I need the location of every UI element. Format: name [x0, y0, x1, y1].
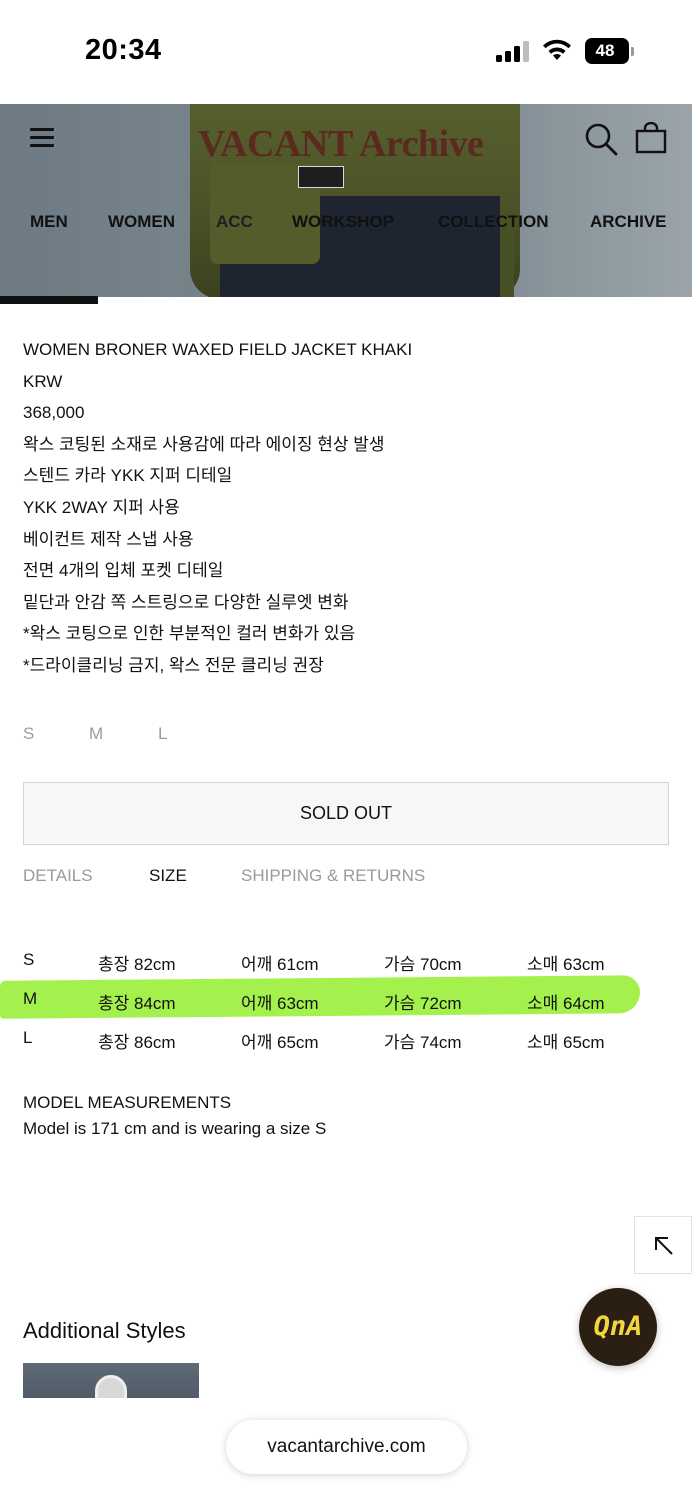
shopping-bag-icon[interactable] — [634, 122, 668, 154]
chest-cell: 가슴 74cm — [384, 1033, 462, 1052]
size-option-m[interactable]: M — [89, 724, 103, 744]
search-icon[interactable] — [584, 122, 618, 156]
description-line: *왁스 코팅으로 인한 부분적인 컬러 변화가 있음 — [23, 624, 356, 644]
description-line: 왁스 코팅된 소재로 사용감에 따라 에이징 현상 발생 — [23, 434, 385, 454]
battery-icon: 48 — [585, 38, 629, 64]
status-bar: 20:34 48 — [0, 0, 692, 104]
product-info: WOMEN BRONER WAXED FIELD JACKET KHAKI KR… — [23, 334, 673, 682]
wifi-icon — [543, 39, 571, 60]
nav-men[interactable]: MEN — [30, 212, 68, 232]
product-name: WOMEN BRONER WAXED FIELD JACKET KHAKI — [23, 340, 413, 359]
description-line: 전면 4개의 입체 포켓 디테일 — [23, 561, 224, 581]
description-line: 스텐드 카라 YKK 지퍼 디테일 — [23, 466, 233, 486]
chest-cell: 가슴 72cm — [384, 994, 462, 1013]
qna-label: QnA — [593, 1311, 643, 1342]
tab-shipping-returns[interactable]: SHIPPING & RETURNS — [241, 866, 425, 886]
description-line: YKK 2WAY 지퍼 사용 — [23, 497, 180, 517]
scroll-to-top-button[interactable] — [634, 1216, 692, 1274]
length-cell: 총장 84cm — [98, 994, 176, 1013]
table-row: M 총장 84cm 어깨 63cm 가슴 72cm 소매 64cm — [0, 983, 692, 1019]
main-nav: MEN WOMEN ACC WORKSHOP COLLECTION ARCHIV… — [0, 212, 692, 238]
size-option-s[interactable]: S — [23, 724, 34, 744]
model-title: MODEL MEASUREMENTS — [23, 1093, 232, 1112]
nav-women[interactable]: WOMEN — [108, 212, 175, 232]
size-option-l[interactable]: L — [158, 724, 167, 744]
tab-details[interactable]: DETAILS — [23, 866, 93, 886]
shoulder-cell: 어깨 61cm — [241, 955, 319, 974]
style-thumbnail[interactable] — [23, 1363, 199, 1403]
battery-level: 48 — [595, 41, 615, 60]
additional-styles-heading: Additional Styles — [23, 1318, 186, 1343]
length-cell: 총장 82cm — [98, 955, 176, 974]
table-row: L 총장 86cm 어깨 65cm 가슴 74cm 소매 65cm — [0, 1022, 692, 1058]
nav-archive[interactable]: ARCHIVE — [590, 212, 667, 232]
description-line: 밑단과 안감 쪽 스트링으로 다양한 실루엣 변화 — [23, 592, 349, 612]
brand-logo[interactable]: VACANT Archive — [198, 122, 484, 166]
nav-acc[interactable]: ACC — [216, 212, 253, 232]
status-time: 20:34 — [85, 34, 162, 66]
description-line: 베이컨트 제작 스냅 사용 — [23, 529, 194, 549]
nav-workshop[interactable]: WORKSHOP — [292, 212, 394, 232]
shoulder-cell: 어깨 65cm — [241, 1033, 319, 1052]
shoulder-cell: 어깨 63cm — [241, 994, 319, 1013]
qna-chat-button[interactable]: QnA — [579, 1288, 657, 1366]
sleeve-cell: 소매 64cm — [527, 994, 605, 1013]
sold-out-button[interactable]: SOLD OUT — [23, 782, 669, 845]
sleeve-cell: 소매 65cm — [527, 1033, 605, 1052]
length-cell: 총장 86cm — [98, 1033, 176, 1052]
slider-progress-bar — [0, 296, 98, 304]
chest-cell: 가슴 70cm — [384, 955, 462, 974]
nav-collection[interactable]: COLLECTION — [438, 212, 549, 232]
cellular-signal-icon — [496, 40, 532, 62]
product-price: 368,000 — [23, 403, 85, 423]
product-currency: KRW — [23, 371, 63, 391]
sleeve-cell: 소매 63cm — [527, 955, 605, 974]
model-measurements: MODEL MEASUREMENTS Model is 171 cm and i… — [23, 1090, 326, 1142]
tab-size[interactable]: SIZE — [149, 866, 187, 886]
arrow-up-left-icon — [655, 1237, 673, 1255]
hamburger-menu-icon[interactable] — [30, 128, 54, 148]
model-text: Model is 171 cm and is wearing a size S — [23, 1119, 327, 1138]
table-row: S 총장 82cm 어깨 61cm 가슴 70cm 소매 63cm — [0, 944, 692, 980]
size-label: M — [23, 989, 38, 1008]
address-bar[interactable]: vacantarchive.com — [226, 1420, 467, 1474]
size-label: S — [23, 950, 35, 969]
size-label: L — [23, 1028, 33, 1047]
description-line: *드라이클리닝 금지, 왁스 전문 클리닝 권장 — [23, 655, 324, 675]
